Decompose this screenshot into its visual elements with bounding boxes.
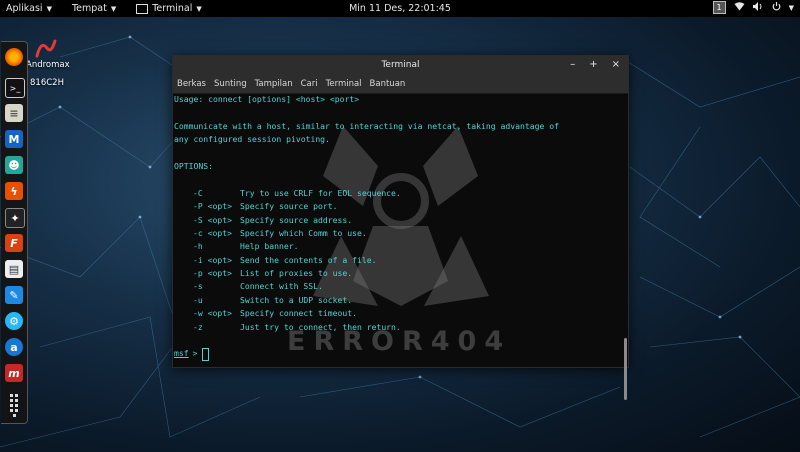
option-desc: Switch to a UDP socket.	[240, 294, 353, 305]
burpsuite-icon[interactable]: ϟ	[5, 182, 23, 200]
places-menu-label: Tempat	[71, 3, 107, 14]
option-row: -c <opt> Specify which Comm to use.	[174, 227, 622, 240]
system-tray: 1 ▼	[712, 1, 794, 14]
power-icon[interactable]	[772, 1, 781, 14]
option-flag: -S <opt>	[193, 214, 232, 225]
close-button[interactable]: ×	[612, 59, 620, 70]
apps-menu-label: Aplikasi	[6, 3, 43, 14]
option-row: -C Try to use CRLF for EOL sequence.	[174, 187, 622, 200]
desktop-icon-label: Andromax	[26, 60, 70, 70]
option-row: -u Switch to a UDP socket.	[174, 294, 622, 307]
prompt-label: msf	[174, 348, 189, 359]
option-desc: Try to use CRLF for EOL sequence.	[240, 187, 401, 198]
wifi-icon[interactable]	[734, 1, 745, 14]
description-line: Communicate with a host, similar to inte…	[174, 120, 559, 131]
text-cursor	[201, 347, 209, 361]
window-title: Terminal	[381, 60, 420, 70]
usage-line: Usage: connect [options] <host> <port>	[174, 94, 360, 104]
option-row: -S <opt> Specify source address.	[174, 214, 622, 227]
workspace-indicator[interactable]: 1	[712, 1, 726, 14]
menu-tampilan[interactable]: Tampilan	[255, 79, 293, 89]
option-flag: -h	[193, 241, 203, 252]
option-row: -p <opt> List of proxies to use.	[174, 267, 622, 280]
option-flag: -z	[193, 321, 203, 332]
option-flag: -u	[193, 294, 203, 305]
option-flag: -w <opt>	[193, 308, 232, 319]
option-flag: -P <opt>	[193, 201, 232, 212]
volume-icon[interactable]	[752, 1, 764, 14]
desktop-icon-816c2h[interactable]: 816C2H	[30, 78, 70, 88]
option-flag: -s	[193, 281, 203, 292]
network-icon[interactable]: ⚙	[5, 312, 23, 330]
clock: Min 11 Des, 22:01:45	[0, 3, 800, 14]
chevron-down-icon[interactable]: ▼	[789, 4, 794, 12]
scrollbar-thumb[interactable]	[624, 338, 627, 400]
terminal-icon	[136, 3, 149, 14]
command-prompt[interactable]: msf >	[174, 347, 622, 361]
document-icon[interactable]: ▤	[5, 260, 23, 278]
chevron-down-icon: ▼	[110, 4, 117, 13]
faraday-icon[interactable]: F	[5, 234, 23, 252]
terminal-output[interactable]: Usage: connect [options] <host> <port> C…	[173, 93, 622, 367]
menu-berkas[interactable]: Berkas	[177, 79, 206, 89]
description-line: any configured session pivoting.	[174, 134, 330, 145]
places-menu[interactable]: Tempat ▼	[72, 3, 116, 14]
option-desc: Specify source address.	[240, 214, 353, 225]
prompt-symbol: >	[192, 348, 198, 359]
option-row: -h Help banner.	[174, 240, 622, 253]
show-apps-icon[interactable]	[7, 393, 21, 417]
option-flag: -i <opt>	[193, 254, 232, 265]
script-icon[interactable]: ✎	[5, 286, 23, 304]
minimize-button[interactable]: –	[570, 59, 575, 70]
terminal-window[interactable]: Terminal – + × Berkas Sunting Tampilan C…	[172, 55, 629, 400]
option-desc: Send the contents of a file.	[240, 254, 377, 265]
option-desc: Connect with SSL.	[240, 281, 323, 292]
terminal-scrollbar[interactable]	[623, 94, 627, 400]
options-header: OPTIONS:	[174, 160, 213, 171]
terminal-titlebar[interactable]: Terminal – + ×	[173, 56, 628, 75]
option-row: -w <opt> Specify connect timeout.	[174, 307, 622, 320]
option-desc: List of proxies to use.	[240, 268, 353, 279]
maltego-icon[interactable]: m	[5, 364, 23, 382]
apps-menu[interactable]: Aplikasi ▼	[6, 3, 52, 14]
option-row: -z Just try to connect, then return.	[174, 321, 622, 334]
menu-cari[interactable]: Cari	[301, 79, 318, 89]
andromax-logo-icon	[35, 39, 57, 58]
terminal-app-menu[interactable]: Terminal ▼	[136, 3, 202, 14]
clock-label[interactable]: Min 11 Des, 22:01:45	[349, 3, 451, 14]
browser-icon[interactable]: a	[5, 338, 23, 356]
option-desc: Specify connect timeout.	[240, 308, 357, 319]
option-flag: -C	[193, 187, 203, 198]
option-row: -P <opt> Specify source port.	[174, 200, 622, 213]
metasploit-icon[interactable]: M	[5, 130, 23, 148]
option-row: -s Connect with SSL.	[174, 280, 622, 293]
menu-sunting[interactable]: Sunting	[214, 79, 247, 89]
chevron-down-icon: ▼	[196, 4, 202, 13]
option-desc: Help banner.	[240, 241, 299, 252]
option-desc: Specify which Comm to use.	[240, 227, 367, 238]
chevron-down-icon: ▼	[46, 4, 52, 13]
terminal-icon[interactable]: >_	[5, 78, 25, 98]
text-editor-icon[interactable]: ≡	[5, 104, 23, 122]
menu-bantuan[interactable]: Bantuan	[370, 79, 406, 89]
top-panel: Aplikasi ▼ Tempat ▼ Terminal ▼ Min 11 De…	[0, 0, 800, 17]
option-flag: -c <opt>	[193, 227, 232, 238]
option-desc: Specify source port.	[240, 201, 338, 212]
firefox-icon[interactable]	[5, 48, 23, 66]
option-flag: -p <opt>	[193, 268, 232, 279]
menu-terminal[interactable]: Terminal	[326, 79, 362, 89]
user-icon[interactable]: ☻	[5, 156, 23, 174]
option-row: -i <opt> Send the contents of a file.	[174, 254, 622, 267]
option-desc: Just try to connect, then return.	[240, 321, 401, 332]
desktop-icon-label: 816C2H	[30, 78, 64, 88]
terminal-menubar: Berkas Sunting Tampilan Cari Terminal Ba…	[173, 75, 628, 94]
options-list: -C Try to use CRLF for EOL sequence. -P <…	[174, 187, 622, 334]
dock: >_ ≡ M ☻ ϟ ✦ F ▤ ✎ ⚙ a m	[1, 41, 28, 424]
terminal-app-menu-label: Terminal	[152, 3, 193, 14]
maximize-button[interactable]: +	[589, 59, 597, 70]
desktop-icon-andromax[interactable]: Andromax	[26, 38, 70, 70]
armitage-icon[interactable]: ✦	[5, 208, 25, 228]
